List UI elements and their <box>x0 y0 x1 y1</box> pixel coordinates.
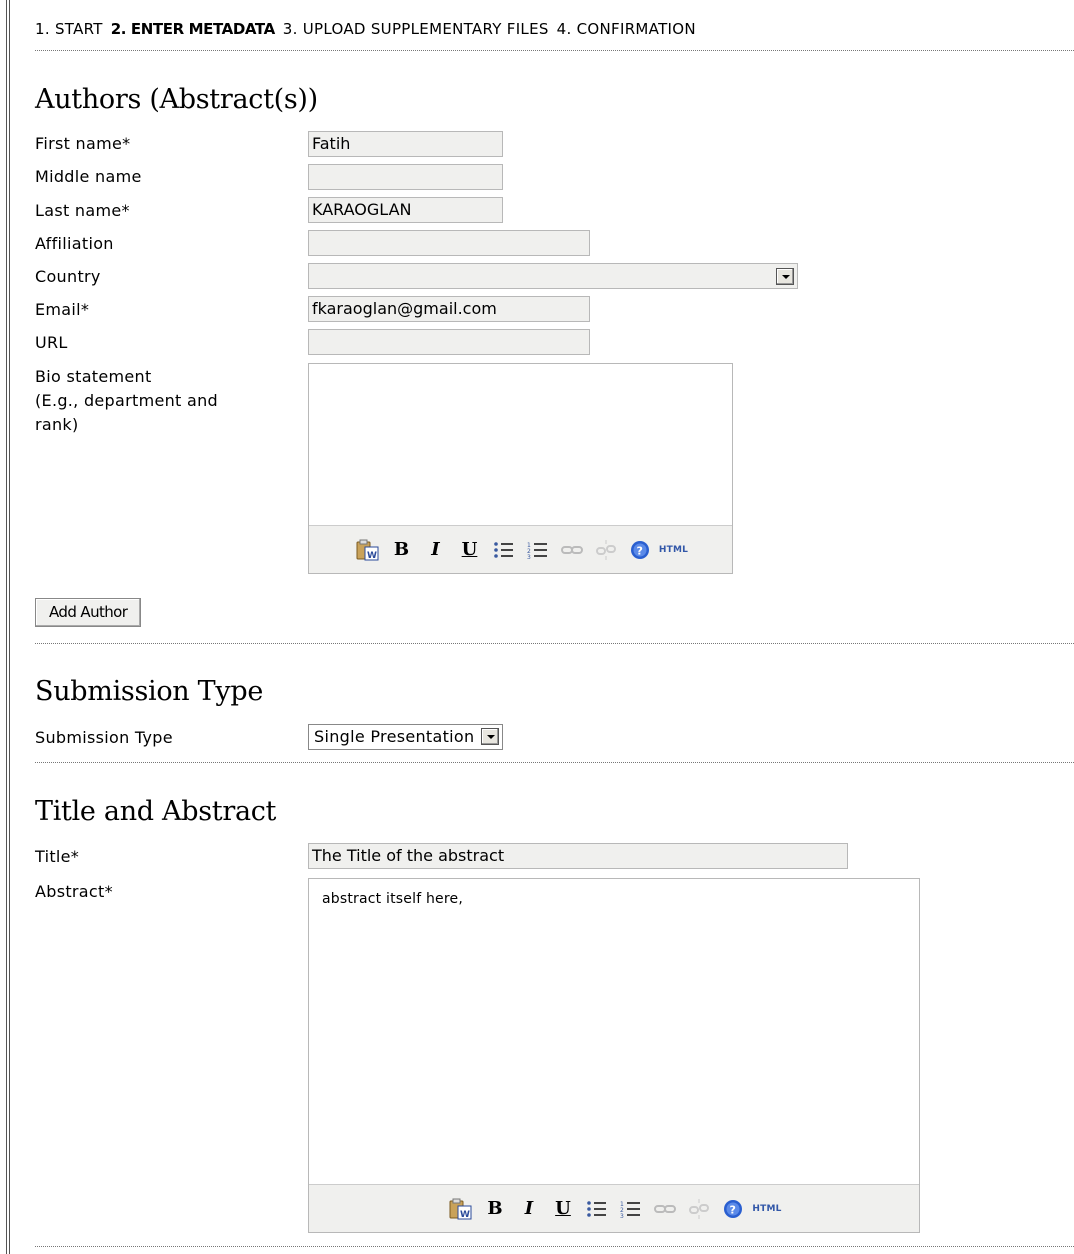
divider <box>35 50 1074 51</box>
underline-icon[interactable]: U <box>546 1194 580 1224</box>
url-label: URL <box>35 333 68 352</box>
help-icon[interactable]: ? <box>716 1194 750 1224</box>
html-source-icon[interactable]: HTML <box>657 535 691 565</box>
bullet-list-icon[interactable] <box>580 1194 614 1224</box>
divider <box>35 762 1074 763</box>
middle-name-input[interactable] <box>308 164 503 190</box>
abstract-editor-toolbar: W B I U 123 ? HTML <box>309 1184 919 1232</box>
title-abstract-heading: Title and Abstract <box>35 796 277 827</box>
title-label: Title* <box>35 847 80 866</box>
step-upload-supplementary[interactable]: 3. UPLOAD SUPPLEMENTARY FILES <box>283 20 549 38</box>
page-left-border <box>6 0 10 1254</box>
title-input[interactable]: The Title of the abstract <box>308 843 848 869</box>
steps-breadcrumb: 1. START 2. ENTER METADATA 3. UPLOAD SUPPL… <box>35 20 704 38</box>
bio-editor-toolbar: W B I U 123 ? HTML <box>309 525 732 573</box>
email-input[interactable]: fkaraoglan@gmail.com <box>308 296 590 322</box>
bio-editor: W B I U 123 ? HTML <box>308 363 733 574</box>
add-author-button[interactable]: Add Author <box>35 598 142 627</box>
submission-type-select[interactable]: Single Presentation <box>308 724 504 750</box>
bio-label-line: Bio statement <box>35 367 152 386</box>
step-confirmation[interactable]: 4. CONFIRMATION <box>557 20 696 38</box>
submission-type-value: Single Presentation <box>314 727 475 746</box>
authors-heading: Authors (Abstract(s)) <box>35 84 318 115</box>
country-label: Country <box>35 267 101 286</box>
email-label: Email* <box>35 300 90 319</box>
step-enter-metadata: 2. ENTER METADATA <box>110 20 275 38</box>
svg-text:3: 3 <box>527 554 531 561</box>
abstract-label: Abstract* <box>35 882 113 901</box>
country-select[interactable] <box>308 263 798 289</box>
underline-icon[interactable]: U <box>453 535 487 565</box>
numbered-list-icon[interactable]: 123 <box>614 1194 648 1224</box>
bullet-list-icon[interactable] <box>487 535 521 565</box>
bio-editor-body[interactable] <box>309 364 732 526</box>
bold-icon[interactable]: B <box>385 535 419 565</box>
affiliation-input[interactable] <box>308 230 590 256</box>
paste-from-word-icon[interactable]: W <box>351 535 385 565</box>
submission-type-heading: Submission Type <box>35 676 264 707</box>
submission-type-label: Submission Type <box>35 728 173 747</box>
unlink-icon[interactable] <box>682 1194 716 1224</box>
url-input[interactable] <box>308 329 590 355</box>
bio-label: Bio statement (E.g., department and rank… <box>35 365 218 437</box>
first-name-label: First name* <box>35 134 131 153</box>
bio-label-line: (E.g., department and <box>35 391 218 410</box>
chevron-down-icon[interactable] <box>481 728 500 745</box>
italic-icon[interactable]: I <box>419 535 453 565</box>
last-name-input[interactable]: KARAOGLAN <box>308 197 503 223</box>
numbered-list-icon[interactable]: 123 <box>521 535 555 565</box>
chevron-down-icon[interactable] <box>776 268 794 285</box>
svg-text:W: W <box>367 551 377 561</box>
step-start[interactable]: 1. START <box>35 20 103 38</box>
first-name-input[interactable]: Fatih <box>308 131 503 157</box>
bold-icon[interactable]: B <box>478 1194 512 1224</box>
link-icon[interactable] <box>648 1194 682 1224</box>
link-icon[interactable] <box>555 535 589 565</box>
paste-from-word-icon[interactable]: W <box>444 1194 478 1224</box>
affiliation-label: Affiliation <box>35 234 114 253</box>
svg-text:W: W <box>460 1210 470 1220</box>
abstract-editor-body[interactable]: abstract itself here, <box>309 879 919 1184</box>
italic-icon[interactable]: I <box>512 1194 546 1224</box>
divider <box>35 1246 1074 1247</box>
bio-label-line: rank) <box>35 415 79 434</box>
svg-text:?: ? <box>730 1203 736 1216</box>
html-source-icon[interactable]: HTML <box>750 1194 784 1224</box>
middle-name-label: Middle name <box>35 167 142 186</box>
svg-text:?: ? <box>636 544 642 557</box>
svg-text:3: 3 <box>620 1213 624 1220</box>
unlink-icon[interactable] <box>589 535 623 565</box>
help-icon[interactable]: ? <box>623 535 657 565</box>
last-name-label: Last name* <box>35 201 130 220</box>
abstract-editor: abstract itself here, W B I U 123 ? HTML <box>308 878 920 1233</box>
divider <box>35 643 1074 644</box>
